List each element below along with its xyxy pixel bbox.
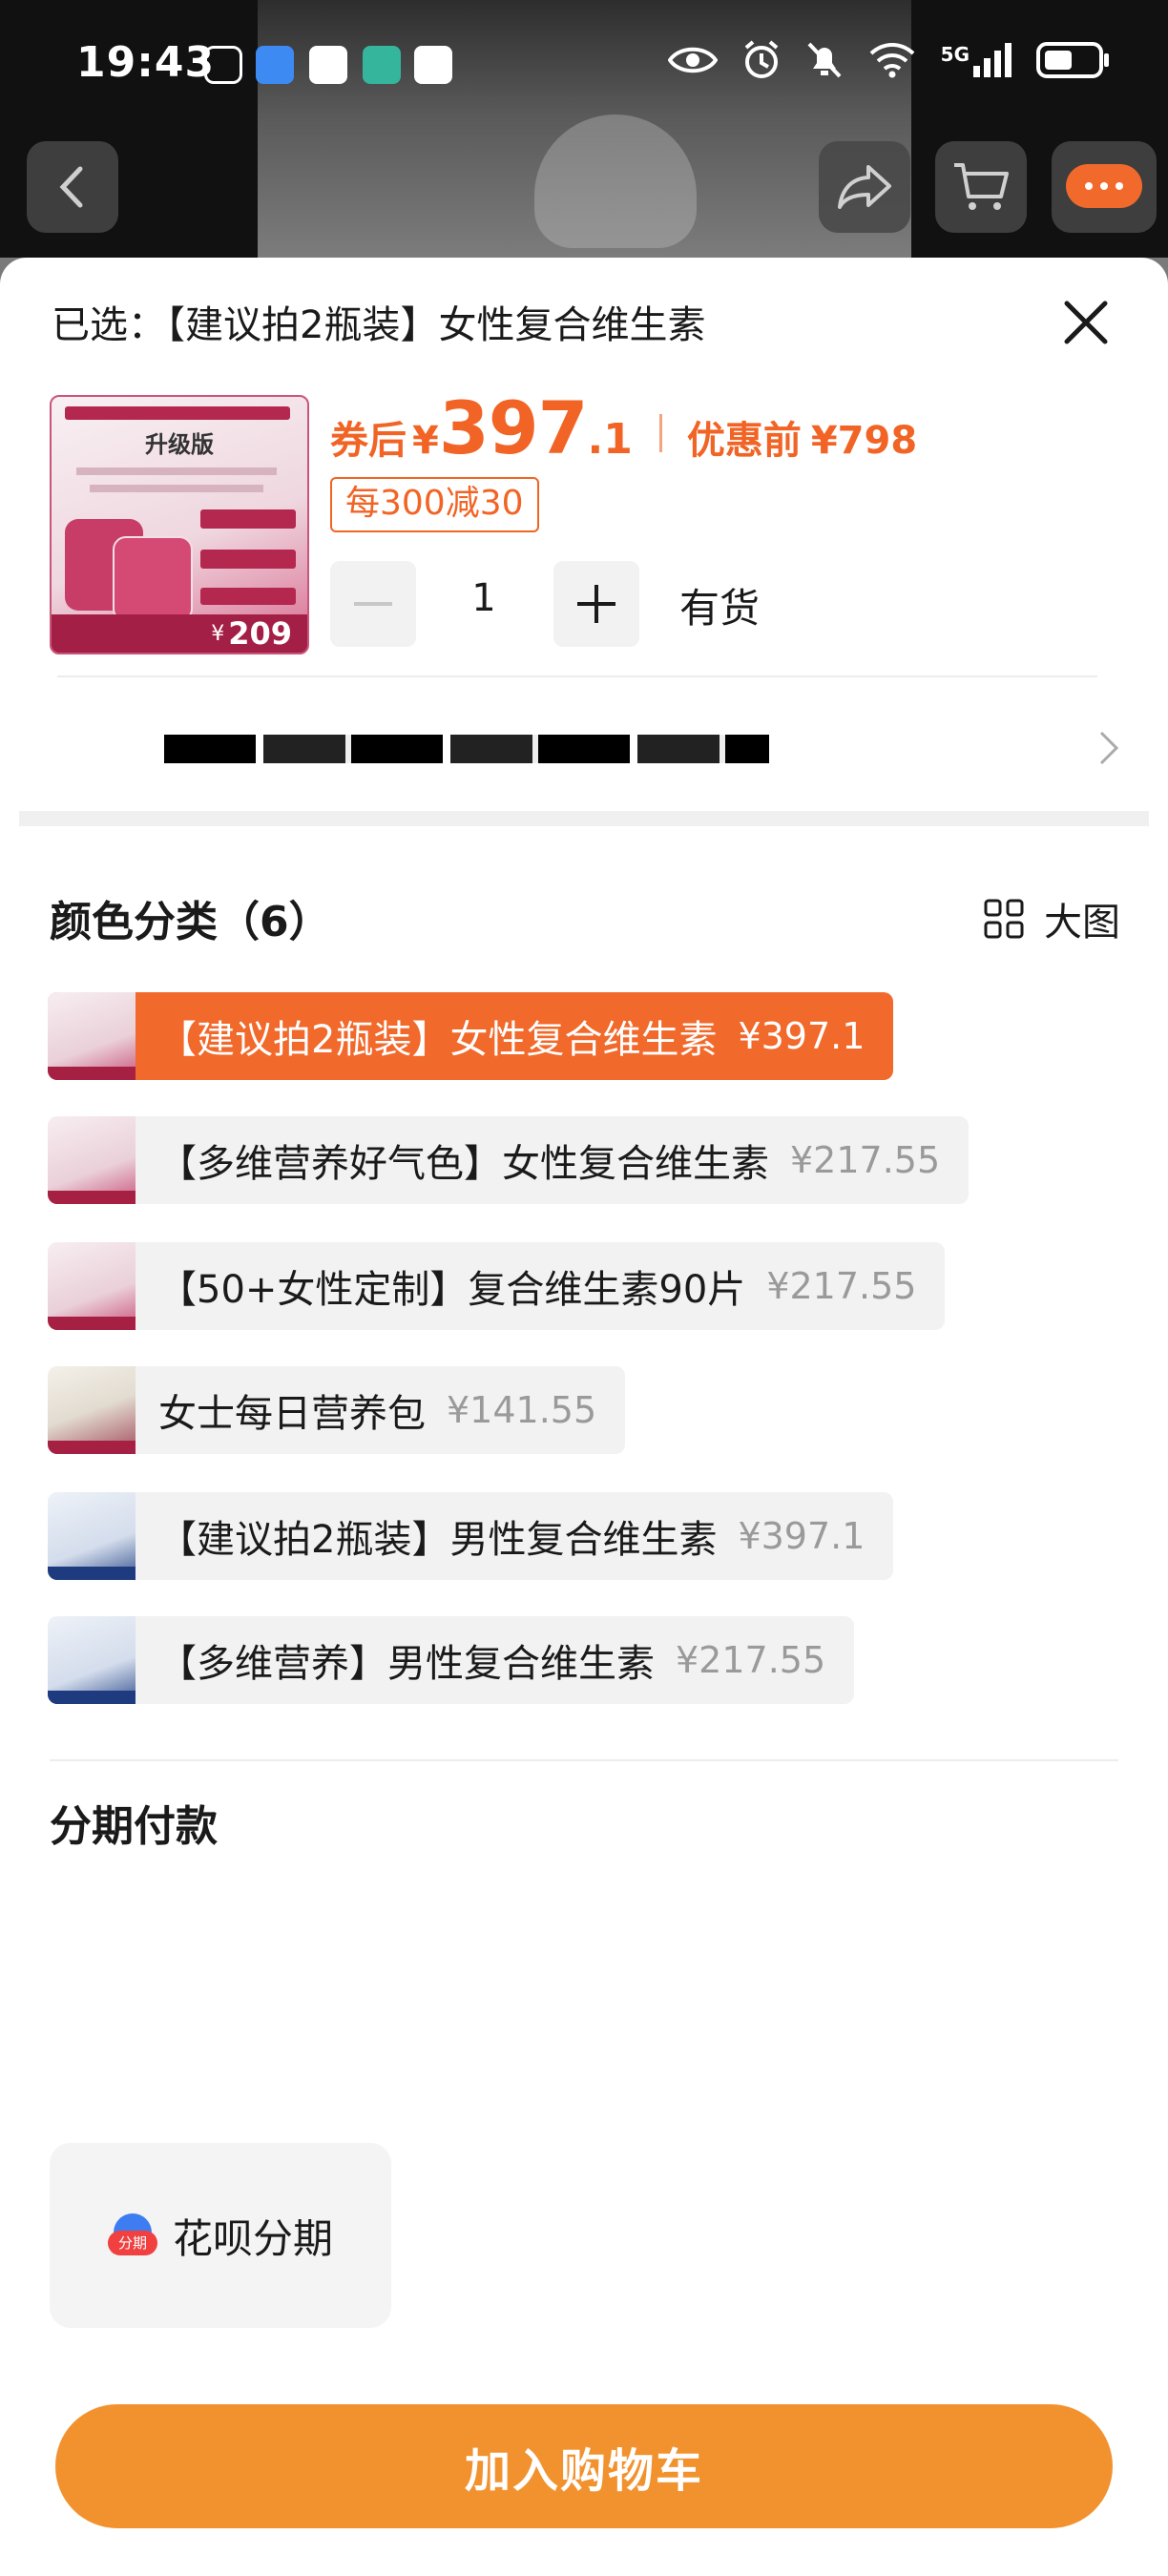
- notification-app-icon: [256, 46, 294, 84]
- variant-price: ¥217.55: [790, 1139, 941, 1181]
- big-view-toggle[interactable]: 大图: [983, 891, 1120, 946]
- variant-name: 女士每日营养包: [158, 1392, 426, 1436]
- variant-option[interactable]: 【建议拍2瓶装】男性复合维生素 ¥397.1: [48, 1492, 894, 1580]
- cart-button[interactable]: [935, 141, 1027, 233]
- thumbnail-badge: 升级版: [145, 431, 214, 458]
- divider: [50, 1759, 1118, 1761]
- plus-icon: [577, 585, 615, 623]
- price-integer: 397: [438, 385, 589, 470]
- alarm-icon: [744, 40, 778, 78]
- variant-thumbnail: [48, 1242, 136, 1330]
- mute-icon: [807, 42, 842, 78]
- variant-option[interactable]: 【50+女性定制】复合维生素90片 ¥217.55: [48, 1242, 946, 1330]
- notification-hand-icon: [204, 46, 242, 84]
- section-separator: [19, 811, 1149, 826]
- status-bar: 19:43 5G: [0, 0, 1168, 134]
- notification-mobile-icon: [414, 46, 452, 84]
- price-decimal: .1: [587, 415, 633, 464]
- variant-price: ¥217.55: [676, 1639, 826, 1681]
- wifi-icon: [869, 43, 915, 78]
- cellular-signal-icon: 5G: [941, 43, 1012, 77]
- quantity-decrease-button[interactable]: [330, 561, 416, 647]
- share-icon: [838, 165, 891, 209]
- variant-price: ¥141.55: [447, 1389, 597, 1431]
- back-button[interactable]: [27, 141, 118, 233]
- notification-boss-icon: [363, 46, 401, 84]
- coupon-badge: 每300减30: [330, 477, 539, 532]
- selected-variant-text: 已选：【建议拍2瓶装】女性复合维生素: [52, 303, 706, 347]
- variant-option[interactable]: 【多维营养】男性复合维生素 ¥217.55: [48, 1616, 855, 1704]
- redacted-info-row[interactable]: [57, 710, 1126, 786]
- huabei-icon: 分期: [107, 2213, 157, 2257]
- variant-thumbnail: [48, 1492, 136, 1580]
- variant-price: ¥397.1: [738, 1515, 866, 1557]
- variant-option[interactable]: 【多维营养好气色】女性复合维生素 ¥217.55: [48, 1116, 970, 1204]
- variant-section-title: 颜色分类（6）: [50, 898, 331, 946]
- big-view-label: 大图: [1044, 901, 1120, 945]
- installment-section-title: 分期付款: [50, 1802, 218, 1851]
- quantity-value[interactable]: 1: [458, 576, 510, 620]
- chevron-left-icon: [59, 166, 83, 208]
- network-type: 5G: [940, 43, 970, 66]
- variant-name: 【建议拍2瓶装】男性复合维生素: [158, 1518, 718, 1562]
- chevron-right-icon: [1099, 731, 1119, 765]
- bottle-image: [113, 536, 193, 622]
- price-row: 券后 ¥ 397 .1 优惠前 ¥798: [330, 385, 917, 481]
- share-button[interactable]: [819, 141, 910, 233]
- battery-icon: [1036, 42, 1109, 78]
- variant-thumbnail: [48, 1616, 136, 1704]
- variant-thumbnail: [48, 992, 136, 1080]
- redacted-content: [164, 735, 769, 763]
- variant-option[interactable]: 【建议拍2瓶装】女性复合维生素 ¥397.1: [48, 992, 894, 1080]
- stock-status: 有货: [679, 585, 761, 632]
- huabei-installment-option[interactable]: 分期 花呗分期: [50, 2143, 391, 2328]
- variant-name: 【多维营养好气色】女性复合维生素: [158, 1142, 769, 1186]
- original-price: ¥798: [810, 419, 918, 463]
- original-price-label: 优惠前: [686, 419, 802, 463]
- more-button[interactable]: [1052, 141, 1157, 233]
- variant-option[interactable]: 女士每日营养包 ¥141.55: [48, 1366, 626, 1454]
- grid-icon: [984, 899, 1024, 939]
- minus-icon: [354, 602, 392, 606]
- after-coupon-label: 券后: [330, 419, 407, 463]
- status-time: 19:43: [76, 38, 216, 87]
- sku-selection-sheet: 已选：【建议拍2瓶装】女性复合维生素 升级版 ¥ 209 券后 ¥ 397 .1…: [0, 258, 1168, 2576]
- variant-name: 【多维营养】男性复合维生素: [158, 1642, 655, 1686]
- quantity-increase-button[interactable]: [553, 561, 639, 647]
- notification-browser-icon: [309, 46, 347, 84]
- add-to-cart-button[interactable]: 加入购物车: [55, 2404, 1113, 2528]
- close-button[interactable]: [1061, 298, 1111, 347]
- variant-thumbnail: [48, 1116, 136, 1204]
- currency-symbol: ¥: [412, 419, 439, 463]
- variant-name: 【建议拍2瓶装】女性复合维生素: [158, 1018, 718, 1062]
- huabei-icon-label: 分期: [107, 2231, 157, 2255]
- more-icon: [1066, 164, 1142, 208]
- cart-icon: [954, 163, 1009, 210]
- huabei-label: 花呗分期: [172, 2214, 333, 2262]
- divider: [57, 675, 1097, 677]
- thumbnail-price: 209: [228, 615, 292, 652]
- thumbnail-currency: ¥: [211, 621, 225, 646]
- close-icon: [1064, 301, 1108, 344]
- product-thumbnail[interactable]: 升级版 ¥ 209: [50, 395, 309, 654]
- price-divider: [658, 414, 662, 452]
- variant-name: 【50+女性定制】复合维生素90片: [158, 1268, 746, 1312]
- variant-thumbnail: [48, 1366, 136, 1454]
- eye-icon: [667, 47, 718, 73]
- variant-price: ¥397.1: [738, 1015, 866, 1057]
- variant-price: ¥217.55: [766, 1265, 917, 1307]
